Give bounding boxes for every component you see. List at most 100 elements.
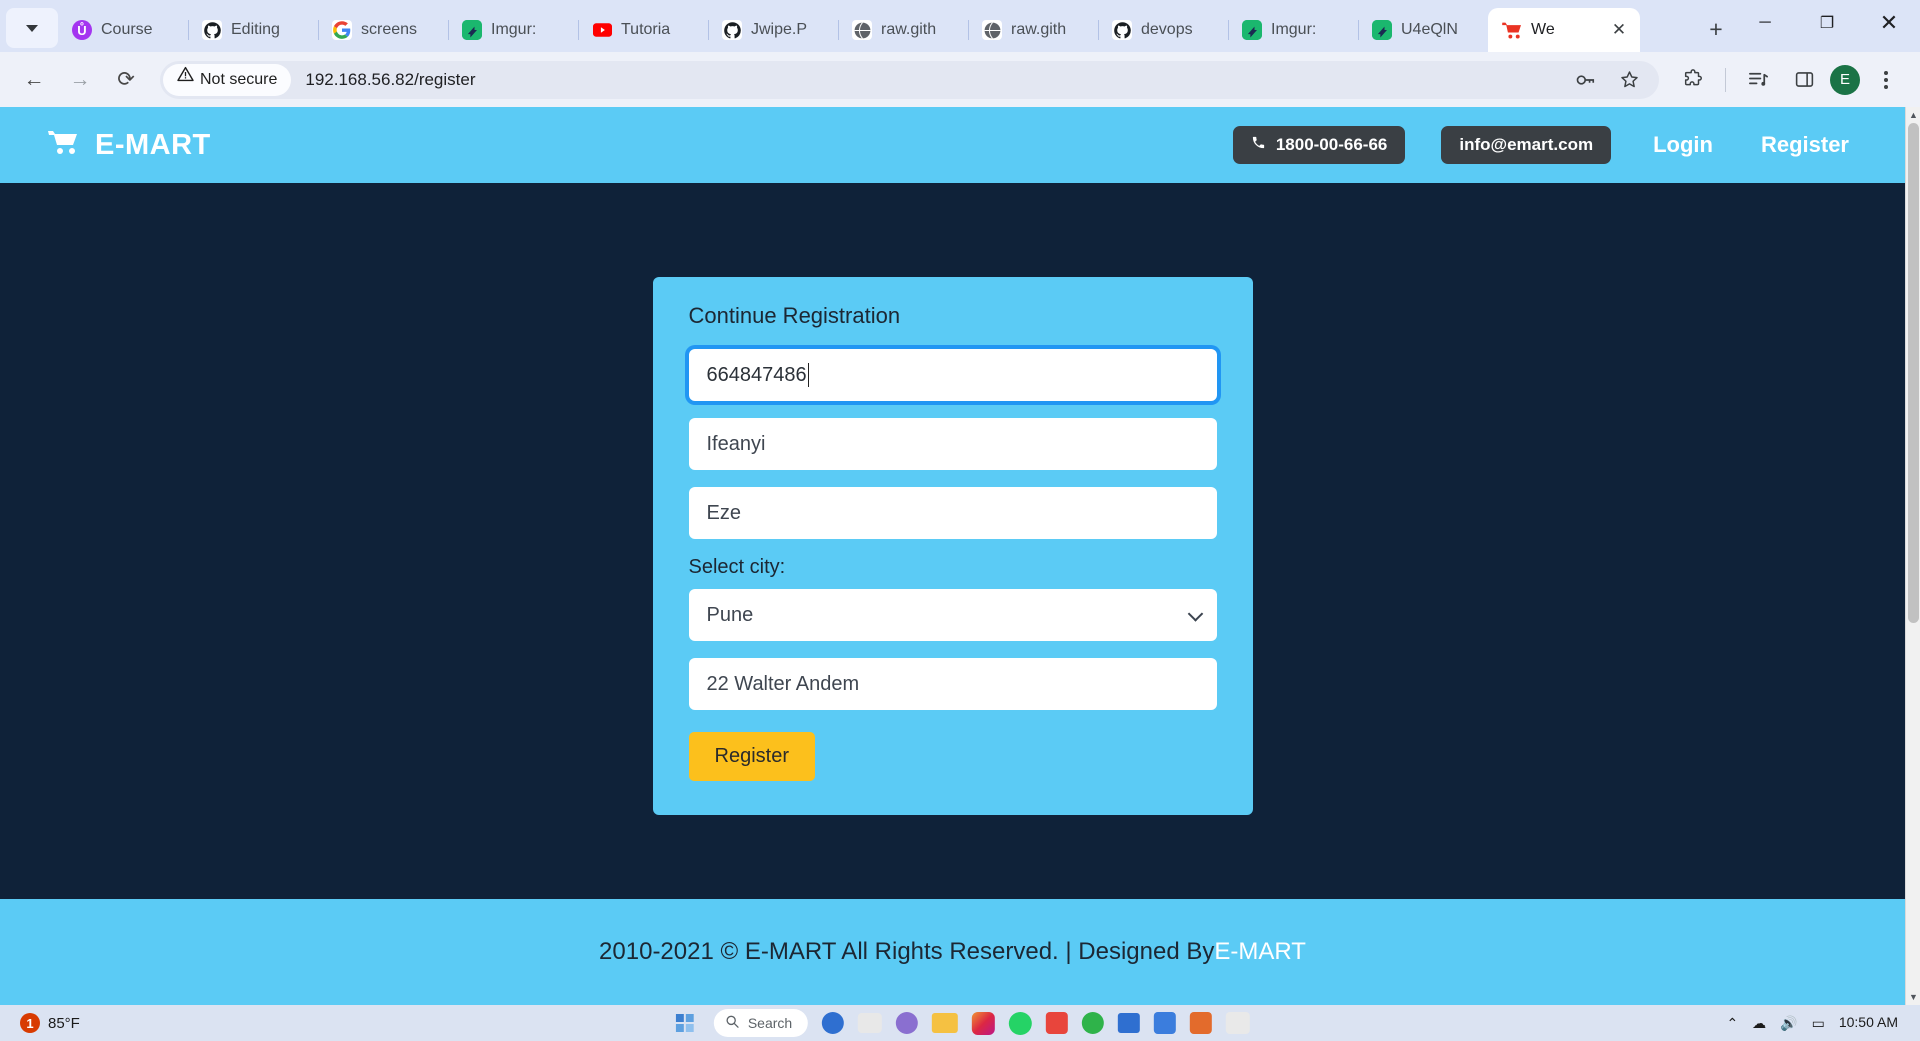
browser-tab[interactable]: Imgur: [1228, 8, 1358, 52]
address-input-value: 22 Walter Andem [706, 672, 860, 695]
copilot2-icon[interactable] [896, 1012, 919, 1034]
browser-tab[interactable]: screens [318, 8, 448, 52]
browser-tab[interactable]: U4eQlN [1358, 8, 1488, 52]
page-scrollbar[interactable]: ▲ ▼ [1905, 107, 1920, 1005]
volume-icon[interactable]: 🔊 [1780, 1015, 1797, 1032]
tab-title: Imgur: [1271, 21, 1317, 38]
tab-separator [1098, 20, 1099, 40]
windows-taskbar: 1 85°F Search ⌃ ☁ 🔊 ▭ 10:50 AM [0, 1005, 1920, 1041]
reload-icon[interactable]: ⟳ [106, 60, 146, 100]
widgets-icon[interactable] [858, 1013, 883, 1033]
browser-tab[interactable]: Tutoria [578, 8, 708, 52]
side-panel-icon[interactable] [1784, 60, 1824, 100]
phone-input[interactable]: 664847486 [688, 349, 1217, 401]
address-input[interactable]: 22 Walter Andem [688, 658, 1217, 710]
minimize-button[interactable]: ─ [1734, 0, 1796, 46]
tab-list: Ů Course Editing screens Imgur: Tutoria Jwipe.… [58, 0, 1690, 52]
tab-title: Course [101, 21, 153, 38]
browser-tab[interactable]: raw.gith [838, 8, 968, 52]
taskbar-clock[interactable]: 10:50 AM [1839, 1014, 1898, 1030]
tab-separator [578, 20, 579, 40]
chevron-up-icon[interactable]: ⌃ [1726, 1015, 1738, 1032]
cloud-icon[interactable]: ☁ [1752, 1015, 1766, 1032]
scrollbar-thumb[interactable] [1908, 123, 1919, 623]
copilot-icon[interactable] [822, 1012, 845, 1034]
email-pill[interactable]: info@emart.com [1441, 126, 1612, 164]
taskbar-center: Search [670, 1009, 1251, 1037]
network-icon[interactable]: ▭ [1812, 1015, 1825, 1032]
phone-number: 1800-00-66-66 [1275, 135, 1388, 154]
warning-triangle-icon [177, 66, 194, 87]
page-viewport: E-MART 1800-00-66-66 info@emart.com Logi… [0, 107, 1920, 1005]
photos-icon[interactable] [972, 1011, 996, 1035]
nav-login-link[interactable]: Login [1647, 132, 1719, 158]
firstname-input[interactable]: Ifeanyi [688, 418, 1217, 470]
youtube-icon [592, 20, 612, 40]
browser-tab[interactable]: Imgur: [448, 8, 578, 52]
tools-icon[interactable] [1190, 1012, 1213, 1034]
web-page: E-MART 1800-00-66-66 info@emart.com Logi… [0, 107, 1905, 1005]
reader-icon[interactable] [1046, 1012, 1069, 1034]
close-window-button[interactable]: ✕ [1858, 0, 1920, 46]
address-bar[interactable]: Not secure 192.168.56.82/register [160, 60, 1659, 100]
registration-card: Continue Registration 664847486 Ifeanyi … [652, 277, 1253, 815]
store-icon[interactable] [1118, 1013, 1141, 1033]
tab-title: Jwipe.P [751, 21, 808, 38]
browser-tab[interactable]: devops [1098, 8, 1228, 52]
whatsapp-icon[interactable] [1009, 1011, 1033, 1035]
puzzle-piece-icon[interactable] [1673, 60, 1713, 100]
forward-icon[interactable]: → [60, 60, 100, 100]
firstname-input-value: Ifeanyi [706, 432, 766, 455]
browser-tab[interactable]: Editing [188, 8, 318, 52]
phone-input-value: 664847486 [706, 363, 807, 386]
site-security-button[interactable]: Not secure [163, 63, 292, 96]
back-icon[interactable]: ← [14, 60, 54, 100]
lastname-input[interactable]: Eze [688, 487, 1217, 539]
tab-separator [58, 20, 59, 40]
scroll-down-button[interactable]: ▼ [1906, 989, 1920, 1005]
key-icon[interactable] [1565, 60, 1605, 100]
media-list-icon[interactable] [1738, 60, 1778, 100]
email-address: info@emart.com [1459, 135, 1594, 154]
weather-temperature: 85°F [48, 1014, 80, 1032]
tab-separator [1358, 20, 1359, 40]
tab-title: Editing [231, 21, 280, 38]
imgur-icon [462, 20, 482, 40]
weather-widget[interactable]: 1 85°F [10, 1013, 80, 1033]
tab-separator [318, 20, 319, 40]
browser-tab[interactable]: raw.gith [968, 8, 1098, 52]
chevron-down-icon [26, 24, 38, 32]
brand[interactable]: E-MART [48, 129, 211, 162]
footer-brand-link[interactable]: E-MART [1214, 938, 1306, 966]
profile-avatar[interactable]: E [1830, 64, 1860, 95]
folder-icon[interactable] [932, 1013, 959, 1033]
card-title: Continue Registration [688, 303, 901, 328]
cart-icon [1502, 20, 1522, 40]
star-icon[interactable] [1609, 60, 1649, 100]
cart-icon[interactable] [1226, 1012, 1251, 1034]
browser-toolbar: ← → ⟳ Not secure 192.168.56.82/register [0, 52, 1920, 107]
tab-separator [708, 20, 709, 40]
new-tab-button[interactable]: + [1698, 11, 1734, 47]
kebab-menu-icon[interactable] [1866, 60, 1906, 100]
browser-window: Ů Course Editing screens Imgur: Tutoria Jwipe.… [0, 0, 1920, 1041]
scroll-up-button[interactable]: ▲ [1906, 107, 1920, 123]
tab-strip: Ů Course Editing screens Imgur: Tutoria Jwipe.… [0, 0, 1920, 52]
maximize-button[interactable]: ❐ [1796, 0, 1858, 46]
register-submit-button[interactable]: Register [688, 732, 815, 781]
browser-tab[interactable]: We ✕ [1488, 8, 1640, 52]
tab-title: devops [1141, 21, 1193, 38]
search-icon [726, 1015, 739, 1031]
taskbar-search[interactable]: Search [713, 1009, 809, 1037]
nav-register-link[interactable]: Register [1755, 132, 1855, 158]
windows-start-icon[interactable] [670, 1009, 700, 1037]
phone-pill[interactable]: 1800-00-66-66 [1232, 126, 1406, 164]
browser-tab[interactable]: Ů Course [58, 8, 188, 52]
calendar-icon[interactable] [1154, 1012, 1177, 1034]
tab-search-button[interactable] [6, 8, 58, 48]
phone-link-icon[interactable] [1082, 1012, 1105, 1034]
close-tab-icon[interactable]: ✕ [1608, 19, 1630, 41]
city-select[interactable]: Pune [688, 589, 1217, 641]
browser-tab[interactable]: Jwipe.P [708, 8, 838, 52]
tab-title: raw.gith [1011, 21, 1067, 38]
